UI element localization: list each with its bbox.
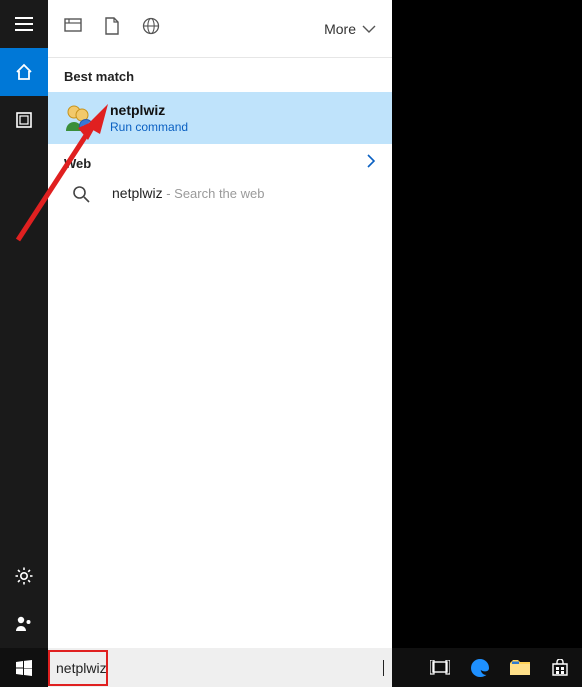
web-result-text: netplwiz - Search the web bbox=[112, 185, 264, 203]
task-view-button[interactable] bbox=[428, 656, 452, 680]
best-match-title: netplwiz bbox=[110, 102, 188, 118]
filter-web-icon[interactable] bbox=[142, 17, 160, 40]
home-button[interactable] bbox=[0, 48, 48, 96]
windows-icon bbox=[16, 660, 32, 676]
gear-icon bbox=[15, 567, 33, 585]
web-result-title: netplwiz bbox=[112, 185, 163, 201]
filter-toolbar: More bbox=[48, 0, 392, 58]
filter-documents-icon[interactable] bbox=[104, 17, 120, 40]
best-match-result[interactable]: netplwiz Run command bbox=[48, 92, 392, 144]
search-input[interactable] bbox=[56, 660, 382, 676]
taskbar-pinned-apps bbox=[428, 656, 582, 680]
best-match-text: netplwiz Run command bbox=[110, 102, 188, 134]
taskbar-search-box[interactable] bbox=[48, 648, 392, 687]
chevron-down-icon bbox=[362, 24, 376, 34]
cortana-left-rail bbox=[0, 0, 48, 648]
search-icon bbox=[64, 185, 98, 203]
web-result-suffix: - Search the web bbox=[163, 186, 265, 201]
folder-icon bbox=[510, 660, 530, 676]
hamburger-icon bbox=[15, 17, 33, 31]
settings-button[interactable] bbox=[0, 552, 48, 600]
edge-button[interactable] bbox=[468, 656, 492, 680]
edge-icon bbox=[470, 658, 490, 678]
start-button[interactable] bbox=[0, 648, 48, 687]
best-match-label: Best match bbox=[48, 58, 392, 92]
task-view-icon bbox=[430, 660, 450, 676]
chevron-right-icon bbox=[366, 154, 376, 173]
web-section-header[interactable]: Web bbox=[48, 144, 392, 179]
taskbar bbox=[0, 648, 582, 687]
web-label: Web bbox=[64, 156, 91, 171]
store-button[interactable] bbox=[548, 656, 572, 680]
home-icon bbox=[15, 63, 33, 81]
account-button[interactable] bbox=[0, 600, 48, 648]
run-command-icon bbox=[62, 101, 96, 135]
best-match-subtitle: Run command bbox=[110, 120, 188, 134]
store-icon bbox=[551, 659, 569, 677]
person-icon bbox=[15, 615, 33, 633]
apps-icon bbox=[16, 112, 32, 128]
more-label: More bbox=[324, 21, 356, 37]
web-result[interactable]: netplwiz - Search the web bbox=[48, 179, 392, 209]
filter-apps-icon[interactable] bbox=[64, 17, 82, 40]
apps-button[interactable] bbox=[0, 96, 48, 144]
text-caret bbox=[383, 660, 384, 676]
menu-button[interactable] bbox=[0, 0, 48, 48]
file-explorer-button[interactable] bbox=[508, 656, 532, 680]
search-results-panel: More Best match netplwiz Run command Web bbox=[48, 0, 392, 648]
more-filters[interactable]: More bbox=[324, 21, 376, 37]
